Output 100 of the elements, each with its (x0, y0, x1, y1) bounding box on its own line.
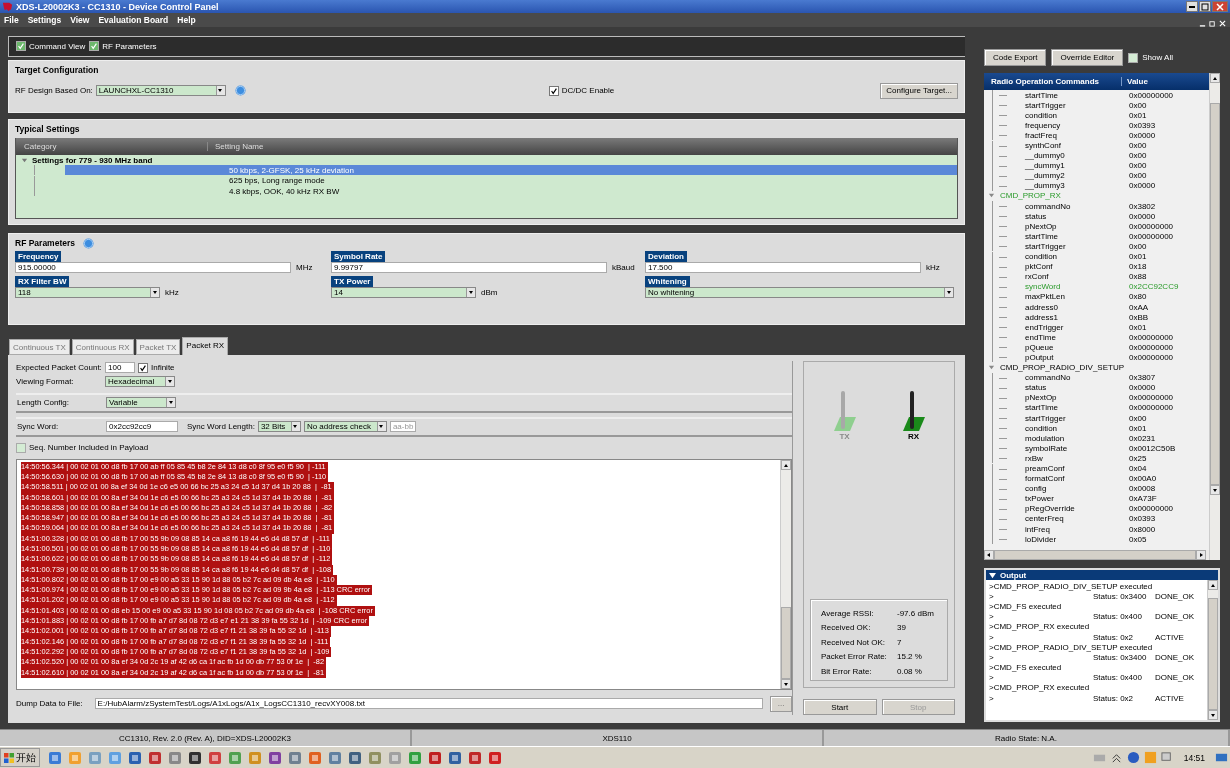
minimize-button[interactable] (1186, 1, 1198, 12)
settings-row[interactable]: 625 bps, Long range mode (59, 175, 957, 186)
input-field[interactable]: 0x2cc92cc9 (106, 421, 178, 433)
tree-item[interactable]: startTime (1025, 403, 1059, 413)
checkbox[interactable] (89, 41, 100, 52)
tree-item[interactable]: startTime (1025, 90, 1059, 100)
tab[interactable]: Continuous TX (9, 338, 70, 355)
tree-item[interactable]: txPower (1025, 494, 1054, 504)
tree-item[interactable]: address1 (1025, 312, 1058, 322)
tree-item[interactable]: __dummy3 (1025, 181, 1065, 191)
checkbox[interactable] (16, 442, 26, 453)
menu-item[interactable]: File (4, 15, 19, 25)
checkbox[interactable] (138, 362, 148, 373)
tree-item[interactable]: condition (1025, 252, 1058, 262)
dropdown[interactable]: Variable (106, 397, 176, 409)
help-icon[interactable] (234, 85, 246, 97)
tree-item[interactable]: maxPktLen (1025, 292, 1066, 302)
toolbar-button[interactable]: Code Export (984, 49, 1047, 66)
scrollbar[interactable] (1207, 580, 1218, 720)
scrollbar[interactable] (1209, 73, 1220, 560)
tree-group[interactable]: CMD_PROP_RADIO_DIV_SETUP (1000, 363, 1125, 373)
menu-item[interactable]: Settings (27, 15, 62, 25)
tree-item[interactable]: fractFreq (1025, 130, 1057, 140)
tree-item[interactable]: startTrigger (1025, 100, 1066, 110)
tree-item[interactable]: __dummy2 (1025, 171, 1065, 181)
tree-item[interactable]: startTrigger (1025, 413, 1066, 423)
tree-item[interactable]: condition (1025, 110, 1058, 120)
settings-row[interactable]: 50 kbps, 2-GFSK, 25 kHz deviation (65, 165, 957, 176)
dropdown[interactable]: No whitening (645, 286, 954, 298)
browse-button[interactable]: ... (770, 695, 792, 712)
tree-item[interactable]: pRegOverride (1025, 504, 1075, 514)
restore-icon[interactable] (1209, 20, 1216, 27)
tree-item[interactable]: status (1025, 383, 1047, 393)
tree-item[interactable]: formatConf (1025, 474, 1065, 484)
tree-item[interactable]: preamConf (1025, 464, 1065, 473)
collapse-arrow-icon[interactable] (989, 571, 996, 579)
expand-arrow-icon[interactable] (21, 156, 28, 164)
tree-group[interactable]: Settings for 779 - 930 MHz band (32, 155, 153, 165)
app-icon[interactable] (348, 750, 362, 765)
settings-row[interactable]: 4.8 kbps, OOK, 40 kHz RX BW (59, 186, 957, 197)
app-icon[interactable] (128, 750, 142, 765)
close-button[interactable] (1212, 1, 1228, 12)
tree-item[interactable]: __dummy0 (1025, 151, 1065, 161)
tree-item[interactable]: endTime (1025, 332, 1056, 342)
design-dropdown[interactable]: LAUNCHXL-CC1310 (95, 85, 226, 97)
tree-item[interactable]: synthConf (1025, 141, 1062, 150)
app-icon[interactable] (268, 750, 282, 765)
app-icon[interactable] (148, 750, 162, 765)
checkbox[interactable] (16, 41, 26, 52)
menu-item[interactable]: Help (177, 15, 196, 25)
expand-arrow-icon[interactable] (988, 192, 995, 200)
checkbox[interactable] (1128, 52, 1139, 63)
tab[interactable]: Continuous RX (71, 338, 134, 355)
tree-item[interactable]: condition (1025, 423, 1058, 433)
app-icon[interactable] (188, 750, 202, 765)
tree-item[interactable]: pNextOp (1025, 393, 1057, 403)
app-icon[interactable] (448, 750, 462, 765)
tree-item[interactable]: pNextOp (1025, 221, 1057, 231)
chevron-icon[interactable] (1109, 751, 1123, 764)
tree-item[interactable]: __dummy1 (1025, 161, 1065, 171)
input-field[interactable]: 100 (105, 362, 135, 374)
tree-item[interactable]: pktConf (1025, 262, 1053, 272)
dropdown[interactable]: 118 (15, 286, 160, 298)
dropdown[interactable]: 32 Bits (257, 421, 301, 433)
input-field[interactable]: 915.00000 (15, 261, 291, 273)
network-icon[interactable] (1160, 751, 1174, 764)
tree-item[interactable]: centerFreq (1025, 514, 1064, 524)
scrollbar[interactable] (984, 550, 1209, 560)
scrollbar[interactable] (780, 459, 791, 689)
tree-item[interactable]: startTime (1025, 231, 1059, 241)
tree-item[interactable]: commandNo (1025, 201, 1071, 211)
input-field[interactable]: 9.99797 (331, 261, 607, 273)
menu-item[interactable]: View (70, 15, 90, 25)
tree-item[interactable]: endTrigger (1025, 322, 1064, 332)
tab[interactable]: Packet RX (182, 336, 229, 355)
menu-item[interactable]: Evaluation Board (98, 15, 169, 25)
app-icon[interactable] (428, 750, 442, 765)
tree-item[interactable]: pOutput (1025, 353, 1054, 362)
tree-item[interactable]: rxBw (1025, 453, 1043, 463)
expand-arrow-icon[interactable] (988, 364, 995, 372)
tree-item[interactable]: rxConf (1025, 272, 1049, 282)
tree-item[interactable]: intFreq (1025, 524, 1050, 534)
tab[interactable]: Packet TX (135, 338, 181, 355)
dropdown[interactable]: 14 (331, 286, 476, 298)
tree-item[interactable]: config (1025, 484, 1047, 494)
maximize-button[interactable] (1199, 1, 1211, 12)
dropdown[interactable]: No address check (303, 421, 387, 433)
tree-item[interactable]: commandNo (1025, 373, 1071, 383)
input-field[interactable]: 17.500 (645, 261, 921, 273)
app-icon[interactable] (468, 750, 482, 765)
tree-item[interactable]: symbolRate (1025, 443, 1068, 453)
tree-item[interactable]: address0 (1025, 302, 1058, 312)
close-icon[interactable] (1219, 20, 1226, 27)
tree-item[interactable]: frequency (1025, 120, 1061, 130)
tree-item[interactable]: pQueue (1025, 342, 1054, 352)
action-button[interactable]: Start (803, 699, 877, 715)
configure-target-button[interactable]: Configure Target... (880, 82, 958, 99)
tree-item[interactable]: startTrigger (1025, 241, 1066, 251)
toolbar-button[interactable]: Override Editor (1051, 49, 1124, 66)
start-button[interactable]: 开始 (0, 748, 40, 767)
